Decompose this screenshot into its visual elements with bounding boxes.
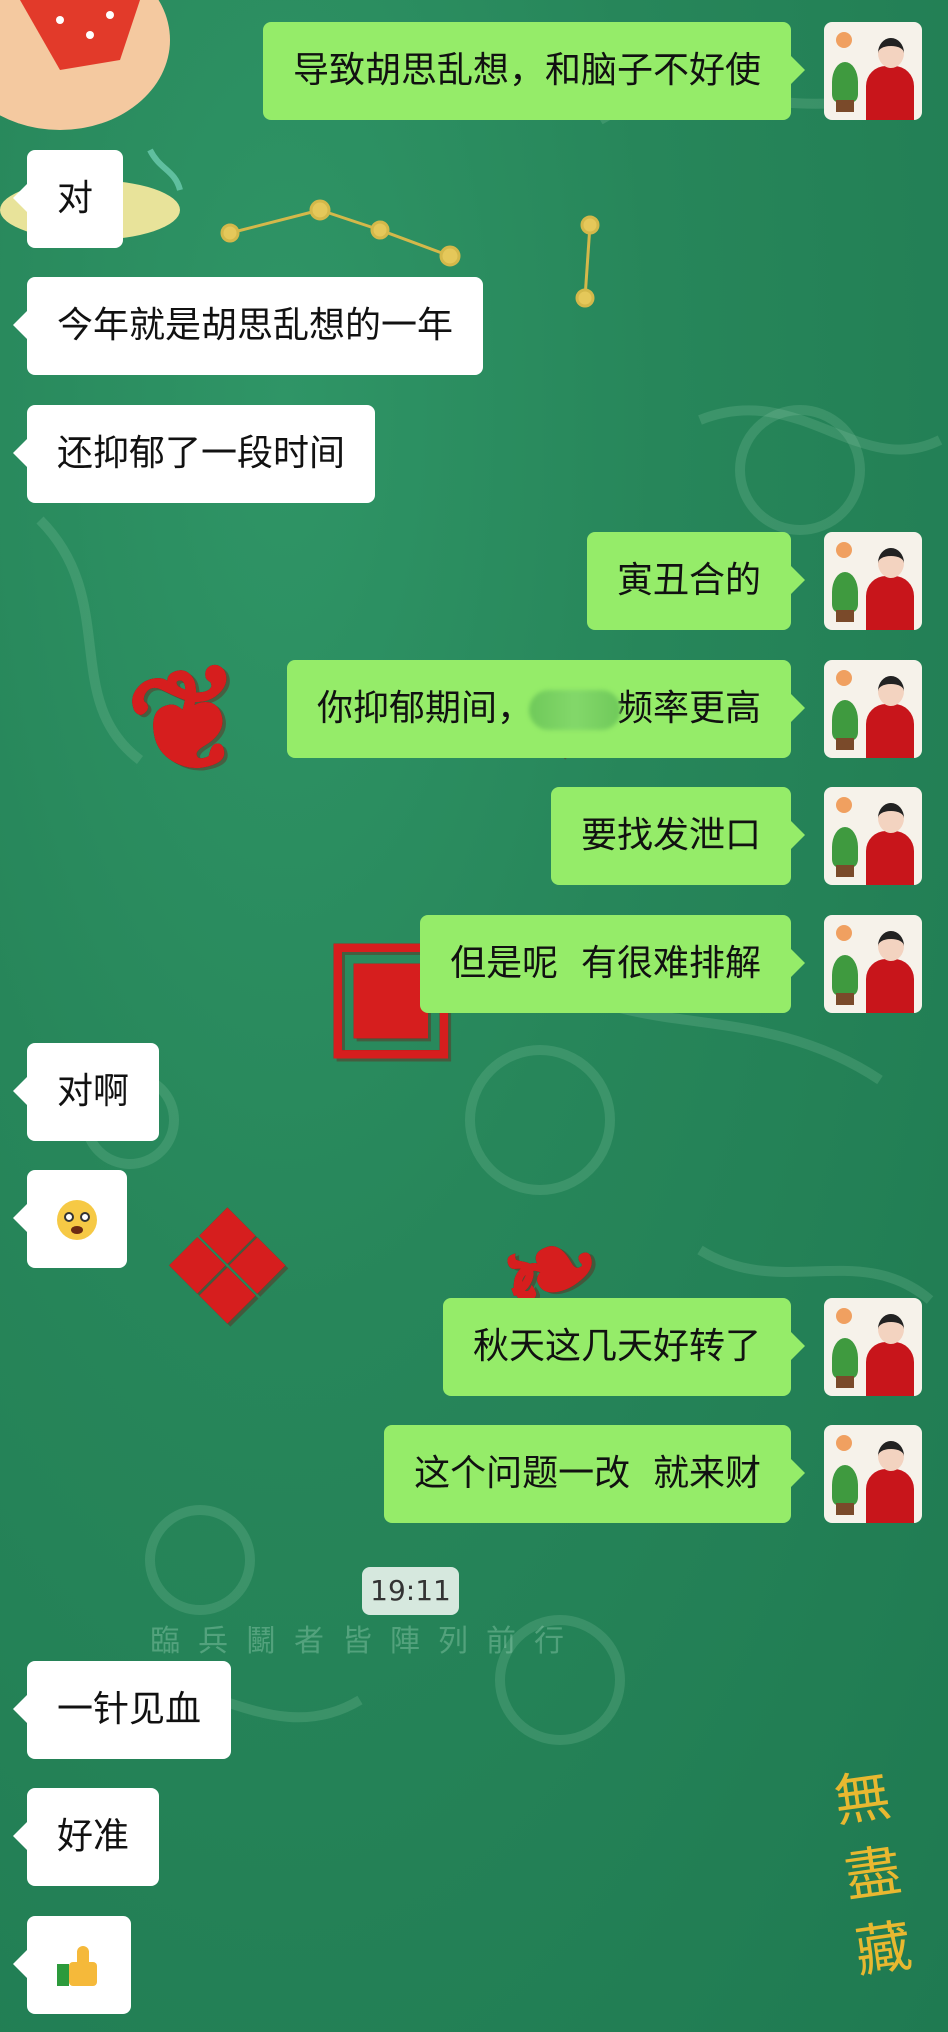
incoming-message-bubble[interactable]: 还抑郁了一段时间 (12, 405, 376, 503)
message-row: 这个问题一改 就来财 (0, 1425, 948, 1523)
outgoing-message-bubble[interactable]: 寅丑合的 (586, 532, 806, 630)
avatar[interactable] (824, 532, 922, 630)
message-row: 好准 (0, 1788, 948, 1886)
message-row (0, 1916, 948, 2014)
avatar[interactable] (824, 787, 922, 885)
outgoing-message-bubble[interactable]: 这个问题一改 就来财 (384, 1425, 805, 1523)
message-row: 对 (0, 150, 948, 248)
avatar[interactable] (824, 1298, 922, 1396)
outgoing-message-bubble[interactable]: 导致胡思乱想，和脑子不好使 (262, 22, 806, 120)
message-row: 一针见血 (0, 1661, 948, 1759)
outgoing-message-bubble[interactable]: 秋天这几天好转了 (442, 1298, 806, 1396)
message-row: 导致胡思乱想，和脑子不好使 (0, 22, 948, 120)
message-row: 但是呢 有很难排解 (0, 915, 948, 1013)
avatar[interactable] (824, 660, 922, 758)
message-row: 你抑郁期间， 频率更高 (0, 660, 948, 758)
message-row: 寅丑合的 (0, 532, 948, 630)
message-row: 秋天这几天好转了 (0, 1298, 948, 1396)
message-row (0, 1170, 948, 1268)
crying-face-icon (57, 1200, 97, 1240)
message-text-start: 你抑郁期间， (316, 688, 533, 729)
redaction-blur (528, 690, 621, 730)
outgoing-message-bubble[interactable]: 但是呢 有很难排解 (420, 915, 805, 1013)
message-row: 对啊 (0, 1043, 948, 1141)
outgoing-message-bubble[interactable]: 你抑郁期间， 频率更高 (286, 660, 806, 758)
message-timestamp: 19:11 (362, 1567, 459, 1615)
avatar[interactable] (824, 915, 922, 1013)
thumbs-up-icon (57, 1944, 101, 1988)
avatar[interactable] (824, 22, 922, 120)
incoming-message-bubble[interactable]: 对 (12, 150, 124, 248)
incoming-message-bubble[interactable]: 好准 (12, 1788, 160, 1886)
incoming-message-bubble[interactable] (13, 1170, 127, 1268)
incoming-message-bubble[interactable]: 今年就是胡思乱想的一年 (12, 277, 484, 375)
wallpaper-caption: 臨兵鬭者皆陣列前行 (150, 1624, 582, 1659)
avatar[interactable] (824, 1425, 922, 1523)
incoming-message-bubble[interactable]: 对啊 (12, 1043, 160, 1141)
outgoing-message-bubble[interactable]: 要找发泄口 (550, 787, 806, 885)
incoming-message-bubble[interactable]: 一针见血 (12, 1661, 232, 1759)
message-row: 今年就是胡思乱想的一年 (0, 277, 948, 375)
incoming-message-bubble[interactable] (13, 1916, 131, 2014)
message-row: 还抑郁了一段时间 (0, 405, 948, 503)
message-row: 要找发泄口 (0, 787, 948, 885)
message-text-end: 频率更高 (616, 688, 761, 729)
